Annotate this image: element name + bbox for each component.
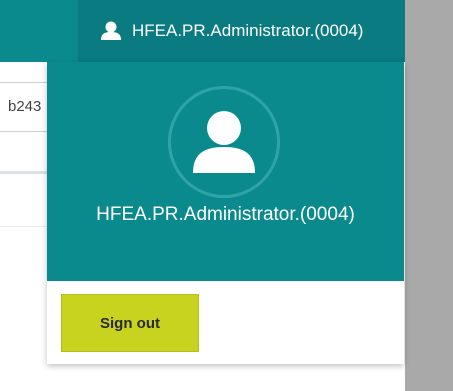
sign-out-button[interactable]: Sign out bbox=[61, 294, 199, 352]
user-avatar bbox=[168, 86, 280, 198]
user-menu-toggle[interactable]: HFEA.PR.Administrator.(0004) bbox=[78, 0, 405, 62]
user-menu-header: HFEA.PR.Administrator.(0004) bbox=[47, 62, 404, 281]
modal-overlay bbox=[405, 0, 453, 391]
header-username: HFEA.PR.Administrator.(0004) bbox=[132, 21, 364, 40]
user-icon bbox=[100, 21, 122, 41]
user-menu-dropdown: HFEA.PR.Administrator.(0004) Sign out bbox=[47, 62, 404, 364]
user-avatar-icon bbox=[191, 109, 257, 175]
user-menu-username: HFEA.PR.Administrator.(0004) bbox=[96, 204, 355, 225]
background-field-text: b243 bbox=[8, 98, 42, 115]
